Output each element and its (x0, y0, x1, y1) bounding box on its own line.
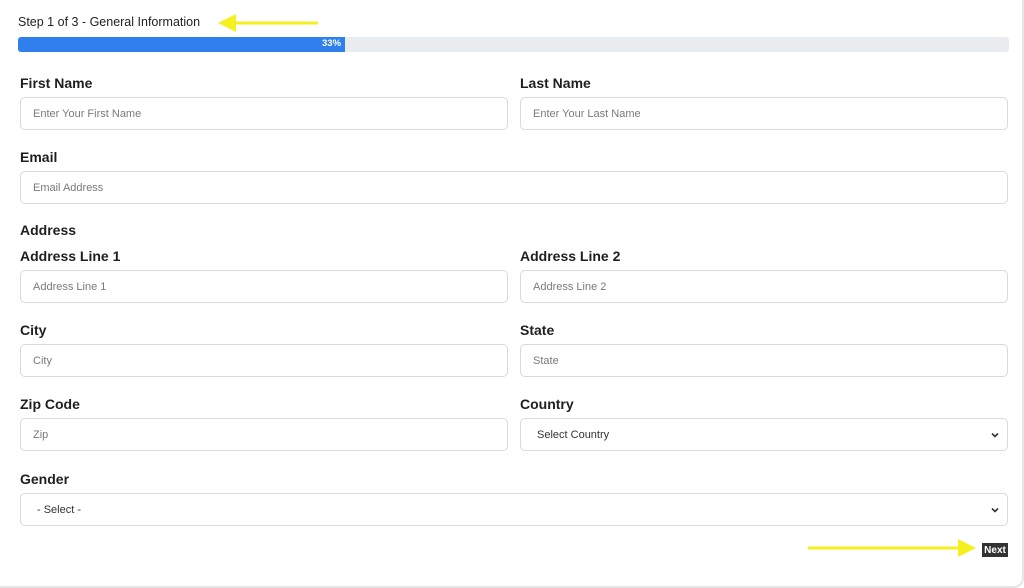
city-input[interactable] (20, 344, 508, 377)
email-input[interactable] (20, 171, 1008, 204)
last-name-input[interactable] (520, 97, 1008, 130)
next-button[interactable]: Next (982, 543, 1008, 557)
address-heading: Address (20, 222, 77, 238)
city-label: City (20, 322, 47, 338)
chevron-down-icon (991, 507, 999, 513)
arrow-annotation-icon (218, 14, 318, 32)
country-selected-value: Select Country (537, 428, 610, 441)
progress-label: 33% (322, 38, 342, 49)
country-select[interactable]: Select Country (520, 418, 1008, 451)
first-name-input[interactable] (20, 97, 508, 130)
chevron-down-icon (991, 432, 999, 438)
address-line2-label: Address Line 2 (520, 248, 621, 264)
progress-bar: 33% (18, 37, 1009, 52)
first-name-label: First Name (20, 75, 93, 91)
state-label: State (520, 322, 555, 338)
last-name-label: Last Name (520, 75, 591, 91)
gender-label: Gender (20, 471, 70, 487)
zip-input[interactable] (20, 418, 508, 451)
address-line1-input[interactable] (20, 270, 508, 303)
arrow-annotation-icon (808, 539, 976, 557)
address-line2-input[interactable] (520, 270, 1008, 303)
country-label: Country (520, 396, 574, 412)
gender-select[interactable]: - Select - (20, 493, 1008, 526)
gender-selected-value: - Select - (37, 503, 82, 516)
zip-label: Zip Code (20, 396, 80, 412)
progress-fill: 33% (18, 37, 346, 52)
email-label: Email (20, 149, 58, 165)
address-line1-label: Address Line 1 (20, 248, 121, 264)
step-title: Step 1 of 3 - General Information (18, 15, 201, 29)
state-input[interactable] (520, 344, 1008, 377)
